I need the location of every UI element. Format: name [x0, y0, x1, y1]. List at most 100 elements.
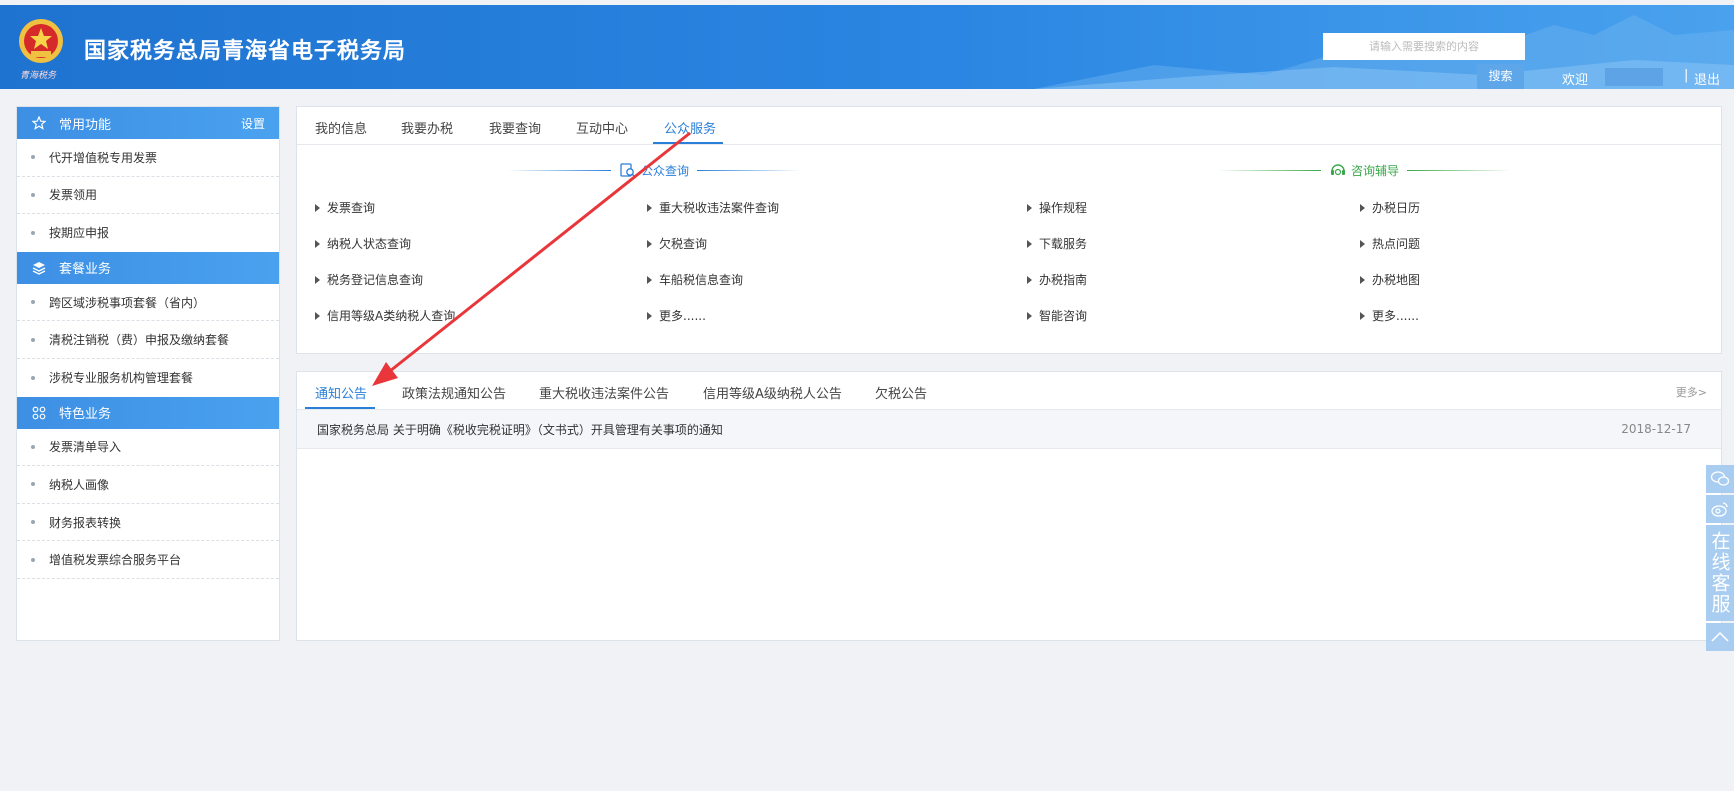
link-label: 重大税收违法案件查询 — [659, 201, 780, 215]
bullet-icon — [31, 557, 35, 562]
active-tab-indicator — [653, 142, 723, 144]
link-label: 办税地图 — [1372, 273, 1421, 287]
logout-link[interactable]: 退出 — [1694, 69, 1720, 88]
sidebar-item[interactable]: 按期应申报 — [17, 214, 279, 252]
sidebar-section-title: 特色业务 — [59, 407, 112, 423]
site-header: 青海税务 国家税务总局青海省电子税务局 请输入需要搜索的内容 搜索 欢迎 | 退… — [0, 5, 1734, 89]
link-label: 办税指南 — [1039, 273, 1088, 287]
sidebar-item-label: 按期应申报 — [49, 226, 110, 241]
notice-row[interactable]: 国家税务总局 关于明确《税收完税证明》（文书式）开具管理有关事项的通知 2018… — [297, 410, 1721, 449]
link-downloads[interactable]: 下载服务 — [1027, 235, 1087, 252]
public-query-heading: 公众查询 — [507, 160, 802, 180]
sidebar-item[interactable]: 财务报表转换 — [17, 504, 279, 542]
sidebar-item-label: 涉税专业服务机构管理套餐 — [49, 371, 194, 386]
link-taxpayer-status[interactable]: 纳税人状态查询 — [315, 235, 411, 252]
sidebar-item-label: 跨区域涉税事项套餐（省内） — [49, 295, 206, 310]
sidebar-item-label: 纳税人画像 — [49, 477, 110, 492]
link-hot-topics[interactable]: 热点问题 — [1360, 235, 1420, 252]
star-icon — [31, 115, 47, 131]
tab-arrears-notices[interactable]: 欠税公告 — [875, 383, 927, 402]
caret-right-icon — [1027, 203, 1032, 212]
wechat-button[interactable] — [1706, 465, 1734, 493]
bullet-icon — [31, 375, 35, 380]
tax-emblem-icon — [19, 19, 63, 63]
caret-right-icon — [1360, 239, 1365, 248]
heading-line — [507, 169, 611, 171]
grid-icon — [31, 405, 47, 421]
tab-notices[interactable]: 通知公告 — [315, 383, 367, 402]
tab-my-info[interactable]: 我的信息 — [315, 118, 367, 137]
link-guide[interactable]: 办税指南 — [1027, 271, 1087, 288]
sidebar-item[interactable]: 增值税发票综合服务平台 — [17, 541, 279, 579]
link-tax-map[interactable]: 办税地图 — [1360, 271, 1420, 288]
sidebar-section-package: 套餐业务 — [17, 251, 279, 284]
sidebar-item[interactable]: 代开增值税专用发票 — [17, 139, 279, 177]
caret-right-icon — [647, 203, 652, 212]
sidebar-section-title: 常用功能 — [59, 117, 112, 133]
tab-policy-notices[interactable]: 政策法规通知公告 — [402, 383, 506, 402]
link-registration-info[interactable]: 税务登记信息查询 — [315, 271, 423, 288]
bullet-icon — [31, 155, 35, 160]
weibo-button[interactable] — [1706, 495, 1734, 523]
weibo-icon — [1711, 502, 1728, 517]
user-name-redacted — [1605, 68, 1663, 86]
caret-right-icon — [315, 239, 320, 248]
header-separator: | — [1684, 68, 1689, 83]
link-label: 热点问题 — [1372, 237, 1421, 251]
link-label: 操作规程 — [1039, 201, 1088, 215]
bullet-icon — [31, 300, 35, 305]
link-tax-calendar[interactable]: 办税日历 — [1360, 199, 1420, 216]
tab-credit-a-notices[interactable]: 信用等级A级纳税人公告 — [703, 383, 842, 402]
search-input[interactable]: 请输入需要搜索的内容 — [1323, 33, 1525, 60]
bullet-icon — [31, 520, 35, 525]
services-panel: 我的信息 我要办税 我要查询 互动中心 公众服务 公众查询 咨询辅导 发票查询 … — [296, 106, 1722, 354]
caret-right-icon — [1027, 275, 1032, 284]
sidebar-section-featured: 特色业务 — [17, 396, 279, 429]
sidebar-item[interactable]: 跨区域涉税事项套餐（省内） — [17, 284, 279, 322]
caret-right-icon — [315, 275, 320, 284]
heading-line — [697, 169, 802, 171]
link-label: 纳税人状态查询 — [327, 237, 412, 251]
heading-line — [1407, 169, 1512, 171]
link-procedures[interactable]: 操作规程 — [1027, 199, 1087, 216]
online-service-label: 在线客服 — [1708, 531, 1731, 615]
tab-interaction[interactable]: 互动中心 — [576, 118, 628, 137]
bullet-icon — [31, 337, 35, 342]
consult-guide-title: 咨询辅导 — [1351, 163, 1400, 178]
sidebar-item-label: 清税注销税（费）申报及缴纳套餐 — [49, 333, 230, 348]
sidebar-item[interactable]: 发票清单导入 — [17, 429, 279, 467]
link-more-consult[interactable]: 更多...... — [1360, 307, 1419, 324]
link-smart-consult[interactable]: 智能咨询 — [1027, 307, 1087, 324]
tab-query[interactable]: 我要查询 — [489, 118, 541, 137]
settings-link[interactable]: 设置 — [241, 115, 265, 132]
search-button[interactable]: 搜索 — [1477, 64, 1524, 89]
tab-violation-notices[interactable]: 重大税收违法案件公告 — [539, 383, 669, 402]
sidebar-section-common: 常用功能 设置 — [17, 107, 279, 139]
link-more-query[interactable]: 更多...... — [647, 307, 706, 324]
caret-right-icon — [647, 239, 652, 248]
sidebar-item[interactable]: 涉税专业服务机构管理套餐 — [17, 359, 279, 397]
main-tabs: 我的信息 我要办税 我要查询 互动中心 公众服务 — [297, 107, 1721, 145]
link-vehicle-tax[interactable]: 车船税信息查询 — [647, 271, 743, 288]
sidebar-item[interactable]: 清税注销税（费）申报及缴纳套餐 — [17, 321, 279, 359]
headset-icon — [1331, 164, 1345, 176]
consult-guide-heading: 咨询辅导 — [1217, 160, 1512, 180]
link-arrears-query[interactable]: 欠税查询 — [647, 235, 707, 252]
sidebar-item[interactable]: 发票领用 — [17, 177, 279, 215]
back-to-top-button[interactable] — [1706, 623, 1734, 651]
link-label: 发票查询 — [327, 201, 376, 215]
notices-panel: 通知公告 政策法规通知公告 重大税收违法案件公告 信用等级A级纳税人公告 欠税公… — [296, 371, 1722, 641]
bullet-icon — [31, 230, 35, 235]
more-notices-link[interactable]: 更多> — [1676, 384, 1707, 400]
sidebar-item-label: 财务报表转换 — [49, 515, 122, 530]
tab-tax-handling[interactable]: 我要办税 — [401, 118, 453, 137]
link-invoice-query[interactable]: 发票查询 — [315, 199, 375, 216]
link-credit-a-query[interactable]: 信用等级A类纳税人查询 — [315, 307, 455, 324]
sidebar-item-label: 发票清单导入 — [49, 440, 122, 455]
query-icon — [620, 163, 636, 178]
sidebar-item[interactable]: 纳税人画像 — [17, 466, 279, 504]
online-service-button[interactable]: 在线客服 — [1706, 525, 1734, 621]
notice-date: 2018-12-17 — [1621, 422, 1691, 436]
link-violation-cases[interactable]: 重大税收违法案件查询 — [647, 199, 779, 216]
tab-public-service[interactable]: 公众服务 — [664, 118, 716, 137]
